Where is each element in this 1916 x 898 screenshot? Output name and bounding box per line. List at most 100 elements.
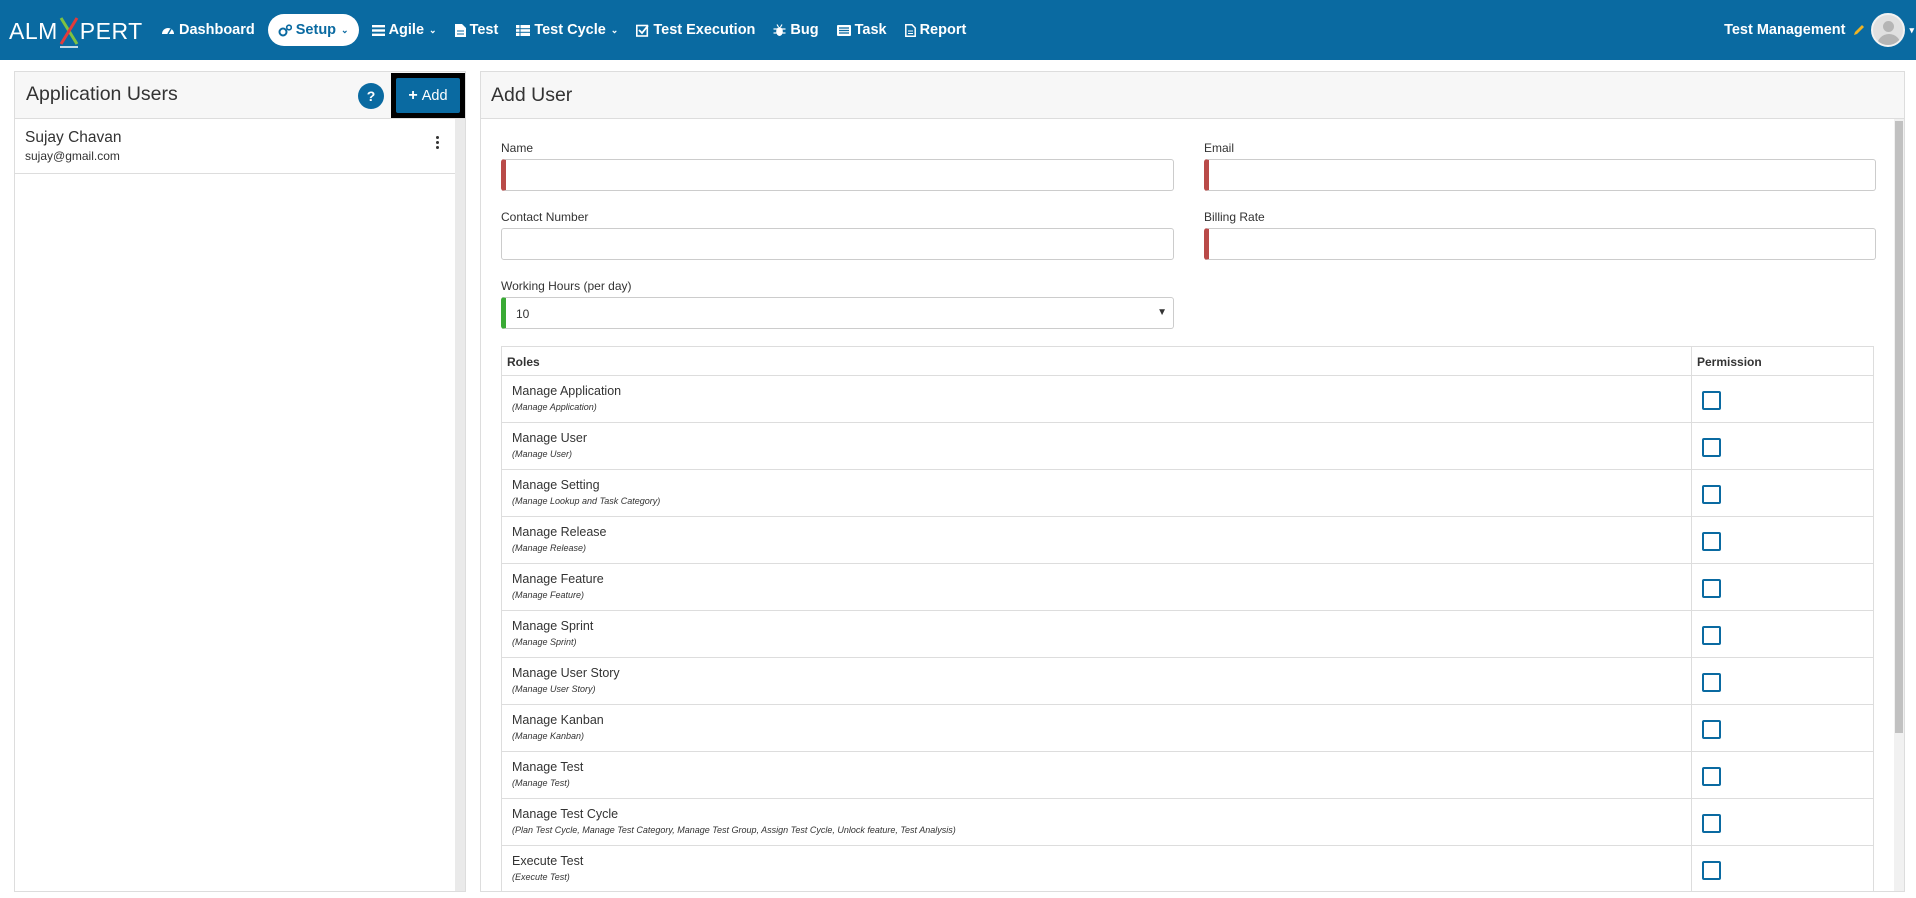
role-description: (Plan Test Cycle, Manage Test Category, … xyxy=(512,825,956,835)
working-hours-select[interactable]: 10 ▼ xyxy=(501,297,1174,329)
permission-checkbox[interactable] xyxy=(1702,485,1721,504)
role-name: Execute Test xyxy=(512,854,584,868)
table-row: Manage Sprint (Manage Sprint) xyxy=(502,611,1873,658)
role-cell: Manage Test Cycle (Plan Test Cycle, Manag… xyxy=(502,799,1692,845)
role-cell: Manage Feature (Manage Feature) xyxy=(502,564,1692,610)
chevron-down-icon: ⌄ xyxy=(341,24,349,35)
permission-checkbox[interactable] xyxy=(1702,438,1721,457)
add-user-panel: Add User Name Email Contact Number Billi… xyxy=(480,71,1905,892)
permission-checkbox[interactable] xyxy=(1702,767,1721,786)
plus-icon: + xyxy=(408,86,418,104)
roles-table: Roles Permission Manage Application (Mana… xyxy=(501,346,1874,891)
permission-checkbox[interactable] xyxy=(1702,532,1721,551)
email-label: Email xyxy=(1204,141,1235,155)
nav-report[interactable]: Report xyxy=(896,14,976,46)
contact-number-field[interactable] xyxy=(501,228,1174,260)
permission-checkbox[interactable] xyxy=(1702,814,1721,833)
bug-icon xyxy=(773,23,786,36)
nav-test-cycle[interactable]: Test Cycle ⌄ xyxy=(507,14,627,46)
nav-test-execution[interactable]: Test Execution xyxy=(627,14,764,46)
permission-cell xyxy=(1692,705,1873,751)
user-email: sujay@gmail.com xyxy=(25,149,120,163)
table-row: Manage User (Manage User) xyxy=(502,423,1873,470)
user-menu[interactable]: Test Management ▾ xyxy=(1724,10,1916,50)
permission-checkbox[interactable] xyxy=(1702,391,1721,410)
permission-checkbox[interactable] xyxy=(1702,579,1721,598)
users-list-header: Application Users ? + Add xyxy=(15,72,465,119)
permission-checkbox[interactable] xyxy=(1702,861,1721,880)
chevron-down-icon: ⌄ xyxy=(610,24,619,35)
roles-table-header: Roles Permission xyxy=(502,347,1873,376)
table-row: Manage Feature (Manage Feature) xyxy=(502,564,1873,611)
nav-setup[interactable]: Setup ⌄ xyxy=(267,14,359,46)
permission-cell xyxy=(1692,752,1873,798)
permission-checkbox[interactable] xyxy=(1702,673,1721,692)
logo-prefix: ALM xyxy=(9,17,58,44)
add-user-header: Add User xyxy=(481,72,1904,119)
role-cell: Manage User Story (Manage User Story) xyxy=(502,658,1692,704)
role-description: (Manage Lookup and Task Category) xyxy=(512,496,661,506)
user-name: Sujay Chavan xyxy=(25,129,122,146)
role-cell: Manage Sprint (Manage Sprint) xyxy=(502,611,1692,657)
pencil-icon[interactable] xyxy=(1853,24,1865,36)
almxpert-logo[interactable]: ALM PERT xyxy=(9,14,143,48)
name-field[interactable] xyxy=(501,159,1174,191)
add-user-button-label: Add xyxy=(421,87,448,104)
role-name: Manage Feature xyxy=(512,572,604,586)
permission-cell xyxy=(1692,470,1873,516)
add-user-button[interactable]: + Add xyxy=(396,78,460,113)
users-list-scrollbar[interactable] xyxy=(455,119,465,891)
nav-test-label: Test xyxy=(469,22,499,38)
role-name: Manage Test xyxy=(512,760,584,774)
permission-cell xyxy=(1692,423,1873,469)
project-name: Test Management xyxy=(1724,22,1846,38)
list-icon xyxy=(371,24,385,36)
chevron-down-icon: ⌄ xyxy=(429,24,437,35)
nav-task[interactable]: Task xyxy=(828,14,896,46)
form-scrollbar-thumb[interactable] xyxy=(1895,121,1903,733)
permission-cell xyxy=(1692,564,1873,610)
nav-bug-label: Bug xyxy=(790,22,819,38)
dashboard-icon xyxy=(162,28,174,35)
table-row: Manage User Story (Manage User Story) xyxy=(502,658,1873,705)
contact-number-label: Contact Number xyxy=(501,210,589,224)
role-description: (Manage User) xyxy=(512,449,573,459)
role-description: (Manage Kanban) xyxy=(512,731,585,741)
nav-setup-label: Setup xyxy=(295,22,337,38)
permission-checkbox[interactable] xyxy=(1702,720,1721,739)
help-icon[interactable]: ? xyxy=(358,83,384,109)
add-button-highlight: + Add xyxy=(391,73,465,118)
report-icon xyxy=(904,23,916,37)
roles-column-header: Roles xyxy=(502,347,1692,375)
nav-agile-label: Agile xyxy=(388,22,425,38)
nav-dashboard-label: Dashboard xyxy=(179,22,255,38)
permission-cell xyxy=(1692,611,1873,657)
permission-checkbox[interactable] xyxy=(1702,626,1721,645)
caret-down-icon[interactable]: ▾ xyxy=(1909,25,1914,36)
main-nav: Dashboard Setup ⌄ Agile ⌄ Test Test Cycl… xyxy=(152,13,975,47)
roles-table-body: Manage Application (Manage Application) Ma… xyxy=(502,376,1873,891)
working-hours-value: 10 xyxy=(516,307,530,321)
billing-rate-label: Billing Rate xyxy=(1204,210,1265,224)
role-name: Manage Sprint xyxy=(512,619,594,633)
email-field[interactable] xyxy=(1204,159,1876,191)
logo-suffix: PERT xyxy=(79,17,143,44)
nav-bug[interactable]: Bug xyxy=(764,14,827,46)
role-description: (Manage Feature) xyxy=(512,590,585,600)
nav-test[interactable]: Test xyxy=(446,14,508,46)
table-row: Manage Test (Manage Test) xyxy=(502,752,1873,799)
tasks-icon xyxy=(836,24,851,36)
role-cell: Execute Test (Execute Test) xyxy=(502,846,1692,891)
nav-agile[interactable]: Agile ⌄ xyxy=(363,14,446,46)
billing-rate-field[interactable] xyxy=(1204,228,1876,260)
role-name: Manage User xyxy=(512,431,588,445)
name-label: Name xyxy=(501,141,534,155)
permission-cell xyxy=(1692,517,1873,563)
role-cell: Manage Application (Manage Application) xyxy=(502,376,1692,422)
avatar[interactable] xyxy=(1871,13,1906,47)
more-options-icon[interactable] xyxy=(433,136,441,150)
nav-dashboard[interactable]: Dashboard xyxy=(152,14,264,46)
role-cell: Manage Release (Manage Release) xyxy=(502,517,1692,563)
list-item[interactable]: Sujay Chavan sujay@gmail.com xyxy=(15,119,465,174)
role-name: Manage Application xyxy=(512,384,622,398)
